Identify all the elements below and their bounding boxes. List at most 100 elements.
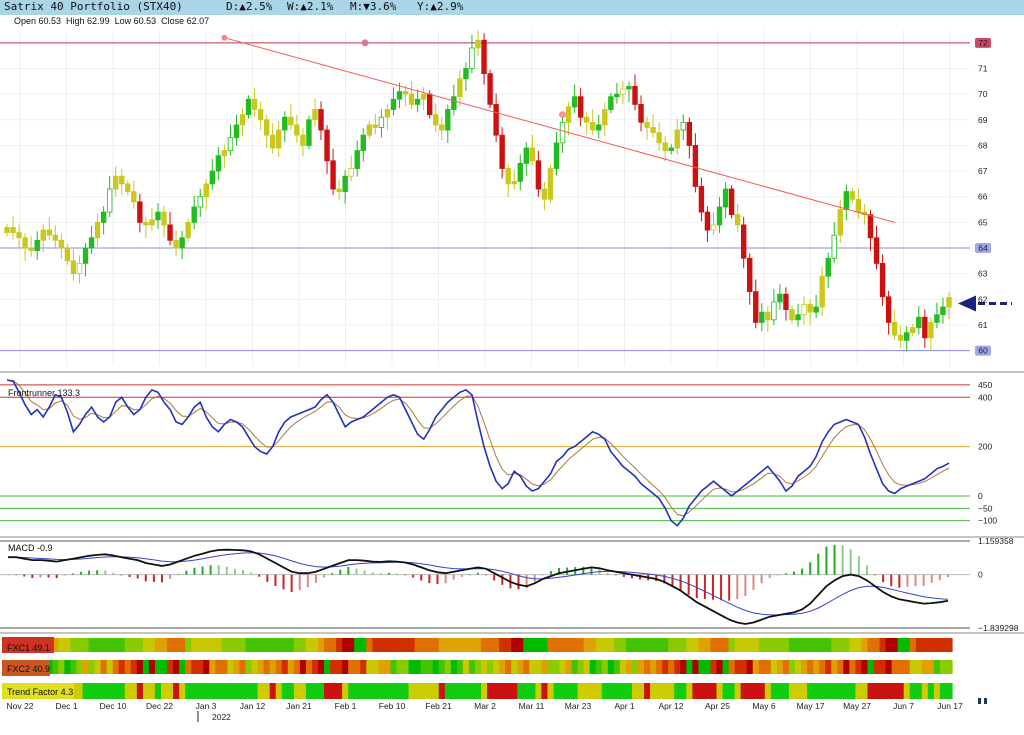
fxc1-cell — [861, 638, 869, 652]
fxc1-cell — [807, 638, 814, 652]
macd-histogram-bar — [355, 568, 358, 575]
candle-body — [294, 124, 300, 136]
macd-histogram-bar — [493, 574, 496, 581]
fxc2-cell — [142, 660, 150, 674]
fxc1-cell — [927, 638, 935, 652]
candle-body — [336, 188, 342, 192]
fxc2-cell — [173, 660, 180, 674]
fxc2-cell — [414, 660, 422, 674]
trend-factor-cell — [324, 683, 331, 699]
macd-histogram-bar — [938, 574, 941, 581]
fxc2-cell — [716, 660, 724, 674]
trend-factor-cell — [148, 683, 156, 699]
candle-body — [40, 229, 46, 241]
fxc1-cell — [873, 638, 881, 652]
trend-factor-cell — [450, 683, 458, 699]
fxc1-cell — [831, 638, 838, 652]
fxc2-cell — [565, 660, 573, 674]
candle-body — [414, 98, 421, 105]
trend-factor-cell — [209, 683, 216, 699]
fxc2-cell — [915, 660, 923, 674]
chart-area[interactable]: 60616263646566676869707172 4504002000−50… — [0, 0, 1024, 735]
fxc1-cell — [233, 638, 241, 652]
fxc1-cell — [903, 638, 911, 652]
fxc1-cell — [245, 638, 253, 652]
fxc2-cell — [317, 660, 325, 674]
fxc1-cell — [215, 638, 222, 652]
fxc1-cell — [269, 638, 277, 652]
y-tick-label: 68 — [978, 140, 988, 150]
x-tick-label: Mar 2 — [474, 701, 496, 711]
fxc1-cell — [372, 638, 379, 652]
fxc2-cell — [390, 660, 398, 674]
x-tick-label: Apr 25 — [705, 701, 730, 711]
candle-body — [70, 260, 77, 275]
trend-factor-cell — [758, 683, 766, 699]
fxc1-cell — [257, 638, 265, 652]
candle-body — [505, 168, 511, 185]
trend-factor-cell — [191, 683, 198, 699]
candle-body — [837, 209, 843, 236]
fxc1-cell — [426, 638, 434, 652]
trend-factor-cell — [680, 683, 687, 699]
fxc2-cell — [179, 660, 186, 674]
trend-factor-cell — [650, 683, 657, 699]
trend-factor-cell — [801, 683, 808, 699]
macd-histogram-bar — [63, 574, 66, 576]
y-tick-label: −50 — [978, 503, 993, 513]
candle-body — [270, 134, 276, 149]
macd-histogram-bar — [817, 553, 820, 575]
trend-factor-cell — [372, 683, 379, 699]
fxc2-cell — [52, 660, 59, 674]
fxc1-cell — [94, 638, 102, 652]
trend-factor-cell — [82, 683, 90, 699]
frontrunner-panel: 450 400 200 0 −50 −100 — [0, 379, 1024, 538]
trend-factor-cell — [215, 683, 222, 699]
fxc2-cell — [819, 660, 826, 674]
trend-factor-cell — [245, 683, 253, 699]
fxc2-cell — [728, 660, 736, 674]
trend-factor-cell — [462, 683, 470, 699]
trend-anchor — [221, 34, 228, 41]
y-tick-label: 70 — [978, 89, 988, 99]
fxc2-cell — [638, 660, 645, 674]
candle-body — [143, 221, 149, 226]
candle-body — [698, 186, 705, 213]
fxc1-cell — [148, 638, 156, 652]
fxc1-cell — [263, 638, 271, 652]
candle-body — [82, 247, 89, 264]
fxc1-cell — [758, 638, 766, 652]
candle-body — [100, 211, 107, 223]
fxc1-cell — [909, 638, 917, 652]
candle-body — [106, 188, 113, 213]
trend-factor-cell — [909, 683, 917, 699]
candle-body — [457, 78, 463, 98]
macd-histogram-bar — [242, 570, 245, 575]
candle-body — [523, 147, 530, 164]
fxc2-cell — [782, 660, 790, 674]
fxc2-cell — [493, 660, 500, 674]
macd-histogram-bar — [428, 574, 431, 584]
fxc1-cell — [118, 638, 126, 652]
x-tick-label: Feb 1 — [335, 701, 357, 711]
y-tick-label: −1.839298 — [978, 623, 1019, 633]
fxc2-label: FXC2 40.9 — [7, 664, 50, 674]
fxc2-cell — [891, 660, 899, 674]
macd-histogram-bar — [849, 549, 852, 575]
macd-histogram-bar — [874, 574, 877, 576]
candle-body — [463, 68, 469, 80]
candle-body — [233, 124, 240, 139]
trend-factor-cell — [481, 683, 488, 699]
trend-factor-cell — [118, 683, 126, 699]
trend-factor-cell — [511, 683, 518, 699]
candle-body — [922, 316, 928, 339]
candle-body — [571, 96, 578, 108]
candle-body — [668, 147, 674, 151]
candle-body — [771, 301, 777, 321]
trend-factor-cell — [619, 683, 627, 699]
fxc2-cell — [342, 660, 349, 674]
fxc1-cell — [456, 638, 464, 652]
fxc1-cell — [698, 638, 706, 652]
fxc1-cell — [855, 638, 863, 652]
fxc1-cell — [752, 638, 760, 652]
